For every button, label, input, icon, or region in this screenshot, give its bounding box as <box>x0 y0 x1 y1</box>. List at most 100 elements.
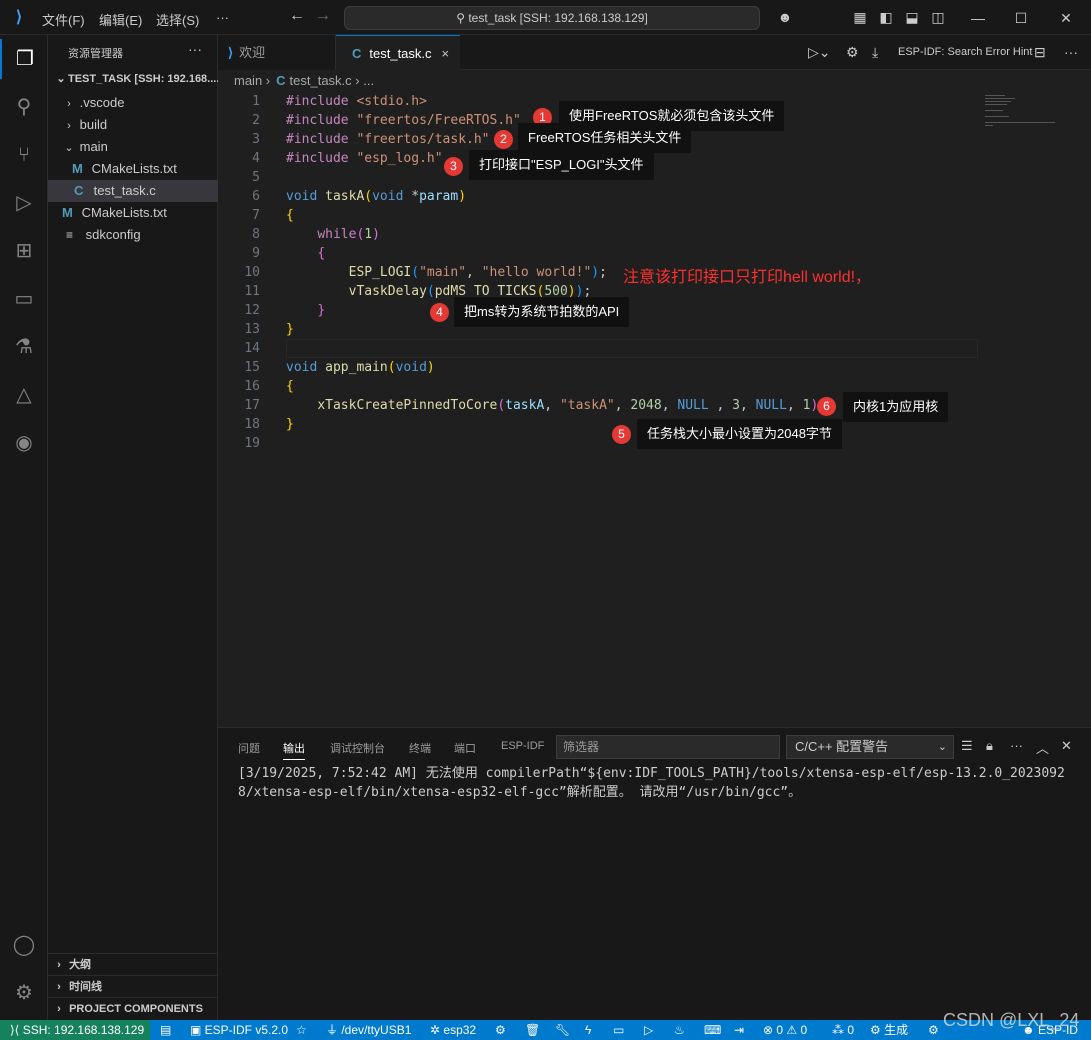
explorer-more-icon[interactable]: ··· <box>188 41 202 57</box>
cmake-file-icon: M <box>62 205 73 220</box>
tab-test-task-c[interactable]: Ctest_task.c × <box>336 35 460 70</box>
tree-item-sdkconfig[interactable]: ≡ sdkconfig <box>48 224 218 246</box>
panel-tab-esp-idf[interactable]: ESP-IDF <box>501 740 544 752</box>
esp-idf-search-error-hint[interactable]: ESP-IDF: Search Error Hint <box>898 46 1032 58</box>
tree-item-main-cmakelists[interactable]: M CMakeLists.txt <box>48 158 218 180</box>
command-center-search[interactable]: ⚲ test_task [SSH: 192.168.138.129] <box>344 6 760 30</box>
menu-edit[interactable]: 编辑(E) <box>99 10 142 29</box>
run-debug-dropdown-icon[interactable]: ▷⌄ <box>808 44 831 61</box>
panel-tab-problems[interactable]: 问题 <box>238 740 260 756</box>
panel-tab-terminal[interactable]: 终端 <box>409 740 431 756</box>
warning-icon: ⚠ <box>786 1023 801 1037</box>
layout-customize-icon[interactable]: ▦ <box>851 8 869 26</box>
sdk-config-gear-icon[interactable]: ⚙ <box>495 1020 506 1040</box>
menu-file[interactable]: 文件(F) <box>42 10 85 29</box>
esp-idf-icon: ▣ <box>190 1023 205 1037</box>
forward-arrow-icon[interactable]: → <box>315 7 331 25</box>
full-clean-trash-icon[interactable]: 🗑︎ <box>525 1020 540 1040</box>
line-number: 9 <box>252 246 260 261</box>
title-bar: ⟩ 文件(F) 编辑(E) 选择(S) ··· ← → ⚲ test_task … <box>0 0 1091 35</box>
lock-icon[interactable]: 🔒︎ <box>986 738 993 754</box>
cmake-settings-gear-icon[interactable]: ⚙ <box>928 1020 939 1040</box>
toggle-panel-icon[interactable]: ⬓ <box>903 8 921 26</box>
toggle-sidebar-icon[interactable]: ◧ <box>877 8 895 26</box>
output-channel-value: C/C++ 配置警告 <box>795 739 889 754</box>
settings-gear-icon[interactable]: ⚙ <box>0 973 48 1013</box>
close-panel-icon[interactable]: ✕ <box>1061 738 1072 754</box>
breadcrumb-folder[interactable]: main <box>234 73 262 88</box>
workspace-root[interactable]: ⌄ TEST_TASK [SSH: 192.168.... <box>54 72 218 85</box>
section-timeline[interactable]: › 时间线 <box>48 975 218 997</box>
gear-icon[interactable]: ⚙ <box>846 44 859 61</box>
monitor-icon[interactable]: ▭ <box>613 1020 624 1040</box>
build-wrench-icon[interactable]: 🔧︎ <box>555 1020 570 1040</box>
line-number: 17 <box>244 398 260 413</box>
menu-more[interactable]: ··· <box>216 10 229 25</box>
minimap[interactable] <box>985 95 1075 135</box>
esp-idf-version[interactable]: ▣ ESP-IDF v5.2.0 <box>190 1020 288 1040</box>
section-outline[interactable]: › 大纲 <box>48 953 218 975</box>
run-task-icon[interactable]: ⇥ <box>734 1020 744 1040</box>
remote-indicator[interactable]: ⟩⟨ SSH: 192.168.138.129 <box>0 1020 150 1040</box>
breadcrumb-file[interactable]: test_task.c <box>290 73 352 88</box>
output-channel-select[interactable]: C/C++ 配置警告 ⌄ <box>786 735 954 759</box>
tree-item-main[interactable]: ⌄ main <box>48 136 218 158</box>
code-line: 19 <box>218 434 978 453</box>
close-tab-icon[interactable]: × <box>442 46 450 61</box>
tree-item-label: main <box>79 139 108 154</box>
bottom-panel: 问题 输出 调试控制台 终端 端口 ESP-IDF 筛选器 C/C++ 配置警告… <box>218 727 1091 1020</box>
menu-selection[interactable]: 选择(S) <box>156 10 199 29</box>
extensions-icon[interactable]: ⊞ <box>0 231 48 271</box>
testing-icon[interactable]: ⚗ <box>0 327 48 367</box>
annotation-note-6: 内核1为应用核 <box>843 392 949 422</box>
maximize-icon[interactable]: ☐ <box>1009 6 1033 30</box>
build-button[interactable]: ⚙ 生成 <box>870 1020 908 1040</box>
chevron-right-icon: › <box>57 959 61 971</box>
flash-icon[interactable]: ϟ <box>585 1020 591 1040</box>
problems-counter[interactable]: ⊗ 0 ⚠ 0 <box>763 1020 807 1040</box>
code-editor[interactable]: 1 #include <stdio.h> 2 #include "freertos/… <box>218 91 1091 727</box>
chevron-down-icon: ⌄ <box>56 73 66 85</box>
build-flash-monitor-flame-icon[interactable]: ♨ <box>674 1020 685 1040</box>
tree-item-build[interactable]: › build <box>48 114 218 136</box>
panel-tab-debug-console[interactable]: 调试控制台 <box>330 740 385 756</box>
target-chip[interactable]: ✲ esp32 <box>430 1020 476 1040</box>
tree-item-vscode[interactable]: › .vscode <box>48 92 218 114</box>
minimize-icon[interactable]: — <box>966 6 990 30</box>
panel-tab-ports[interactable]: 端口 <box>454 740 476 756</box>
star-icon[interactable]: ☆ <box>296 1020 307 1040</box>
remote-explorer-icon[interactable]: ▭ <box>0 279 48 319</box>
output-filter-input[interactable]: 筛选器 <box>556 735 780 759</box>
toggle-secondary-sidebar-icon[interactable]: ◫ <box>929 8 947 26</box>
split-editor-icon[interactable]: ⊟ <box>1034 44 1046 61</box>
section-label: PROJECT COMPONENTS <box>69 1003 203 1015</box>
tab-welcome[interactable]: ⟩ 欢迎 <box>218 35 336 70</box>
panel-tab-output[interactable]: 输出 <box>283 740 305 760</box>
back-arrow-icon[interactable]: ← <box>289 7 305 25</box>
config-file-icon: ≡ <box>66 228 74 242</box>
cmake-icon[interactable]: △ <box>0 375 48 415</box>
esp-idf-download-icon[interactable]: ⤓ <box>872 44 878 61</box>
annotation-badge-6: 6 <box>817 397 836 416</box>
espressif-icon[interactable]: ◉ <box>0 423 48 463</box>
word-wrap-icon[interactable]: ☰ <box>961 738 973 754</box>
close-window-icon[interactable]: ✕ <box>1054 6 1078 30</box>
run-debug-icon[interactable]: ▷ <box>0 183 48 223</box>
search-icon[interactable]: ⚲ <box>0 87 48 127</box>
more-actions-icon[interactable]: ··· <box>1064 44 1078 60</box>
source-control-icon[interactable]: ⑂ <box>0 135 48 175</box>
section-project-components[interactable]: › PROJECT COMPONENTS <box>48 997 218 1019</box>
copilot-icon[interactable]: ☻ <box>776 8 794 26</box>
serial-port[interactable]: ⏚ /dev/ttyUSB1 <box>326 1020 411 1040</box>
debug-icon[interactable]: ▷ <box>644 1020 653 1040</box>
account-icon[interactable]: ◯ <box>0 925 48 965</box>
explorer-icon[interactable]: ❐ <box>0 39 48 79</box>
tree-item-root-cmakelists[interactable]: M CMakeLists.txt <box>48 202 218 224</box>
tree-item-test-task-c[interactable]: C test_task.c <box>48 180 218 202</box>
esp-idf-workspace-icon[interactable]: ▤ <box>160 1020 171 1040</box>
breadcrumb-symbols[interactable]: ... <box>363 73 374 88</box>
info-counter[interactable]: ⁂ 0 <box>832 1020 854 1040</box>
terminal-icon[interactable]: ⌨ <box>704 1020 721 1040</box>
maximize-panel-icon[interactable]: ︿ <box>1036 738 1049 757</box>
more-actions-icon[interactable]: ··· <box>1010 738 1023 753</box>
